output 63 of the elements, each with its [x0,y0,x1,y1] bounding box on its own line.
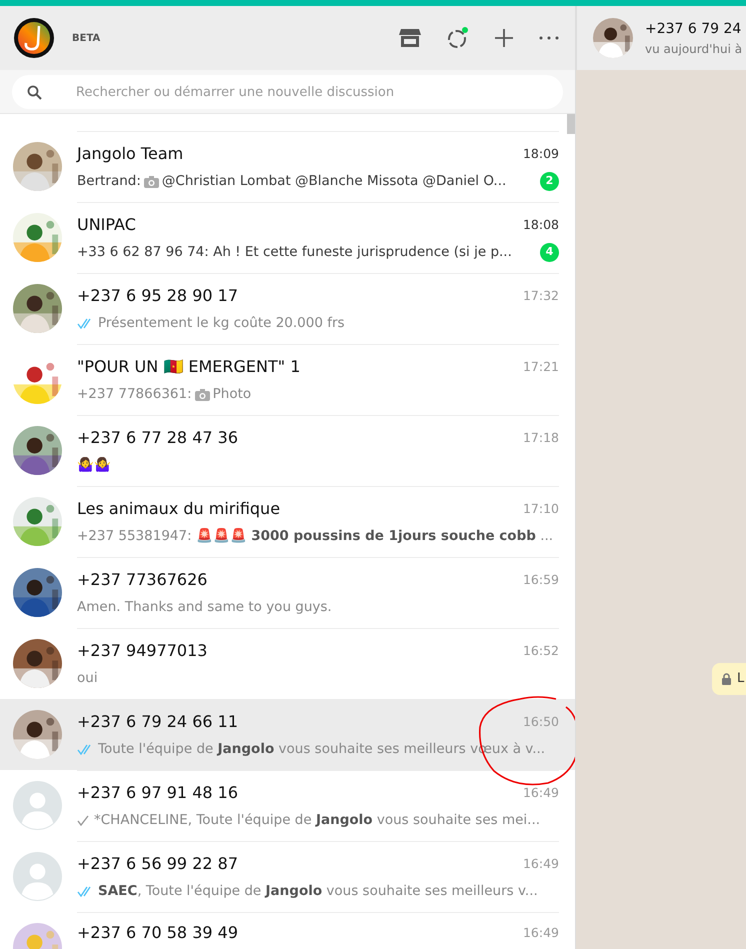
message-preview: +33 6 62 87 96 74: Ah ! Et cette funeste jurisprudence (si je p... [77,243,512,262]
default-avatar-icon [13,852,62,901]
default-avatar-icon [13,781,62,830]
chat-time: 16:50 [522,713,559,731]
chat-name: +237 6 77 28 47 36 [77,427,238,450]
chat-time: 16:49 [522,784,559,802]
unread-count: 2 [540,172,559,191]
chat-row[interactable]: +237 6 77 28 47 36 17:18 🤷‍♀🤷‍♀ [0,415,575,486]
message-preview: Photo [212,385,252,404]
chat-name: +237 94977013 [77,640,208,662]
chat-name: +237 6 79 24 66 11 [77,711,238,734]
chat-name: "POUR UN 🇨🇲 EMERGENT" 1 [77,356,300,378]
chat-time: 16:52 [522,642,559,660]
chat-row[interactable]: +237 6 56 99 22 87 16:49 SAEC, Toute l'équipe de Jangolo vous souhaite ses meilleurs v... [0,841,575,912]
chat-row[interactable]: +237 6 97 91 48 16 16:49 *CHANCELINE, Toute l'équipe de Jangolo vous souhaite ses mei... [0,770,575,841]
chat-time: 16:49 [522,924,559,942]
chat-time: 17:10 [522,500,559,518]
chat-name: +237 6 56 99 22 87 [77,853,238,876]
chat-name: +237 6 70 58 39 49 [77,922,238,944]
chat-name: +237 6 95 28 90 17 [77,285,238,308]
chat-time: 18:08 [522,216,559,234]
message-preview: @Christian Lombat @Blanche Missota @Daniel O... [162,172,506,192]
chat-time: 16:49 [522,855,559,873]
chat-row[interactable]: Jangolo Team 18:09 Bertrand: @Christian Lombat @Blanche Missota @Daniel O... 2 [0,131,575,202]
encryption-notice: L [712,663,746,694]
chat-name: Jangolo Team [77,143,184,166]
app-logo [14,18,54,58]
message-preview: *CHANCELINE, Toute l'équipe de Jangolo vous souhaite ses mei... [94,811,540,830]
scrollbar-thumb[interactable] [567,114,575,134]
chat-row[interactable]: Les animaux du mirifique 17:10 +237 55381947: 🚨🚨🚨 3000 poussins de 1jours souche cobb ... [0,486,575,557]
chat-name: UNIPAC [77,214,136,236]
chat-row[interactable]: UNIPAC 18:08 +33 6 62 87 96 74: Ah ! Et cette funeste jurisprudence (si je p... 4 [0,202,575,273]
sender-name: +237 77866361: [77,385,192,404]
chat-name: +237 6 97 91 48 16 [77,782,238,804]
chat-time: 18:09 [522,145,559,163]
unread-count: 4 [540,243,559,262]
chat-name: Les animaux du mirifique [77,498,280,520]
chat-row[interactable]: +237 77367626 16:59 Amen. Thanks and same to you guys. [0,557,575,628]
beta-label: BETA [72,32,100,46]
message-preview: Présentement le kg coûte 20.000 frs [98,314,345,334]
chat-row[interactable]: +237 6 70 58 39 49 16:49 [0,912,575,949]
status-icon[interactable] [447,27,469,49]
chat-time: 17:18 [522,429,559,447]
message-preview: oui [77,669,98,688]
last-seen-text: vu aujourd'hui à [645,40,742,58]
search-field[interactable]: Rechercher ou démarrer une nouvelle discussion [12,75,563,109]
search-icon [27,85,42,100]
store-icon[interactable] [399,28,421,48]
chat-time: 17:21 [522,358,559,376]
plus-icon[interactable] [495,29,513,47]
lock-icon [722,672,731,685]
contact-name: +237 6 79 24 [645,20,742,38]
chat-row[interactable]: "POUR UN 🇨🇲 EMERGENT" 1 17:21 +237 77866361: Photo [0,344,575,415]
chat-time: 16:59 [522,571,559,589]
message-preview: 🤷‍♀🤷‍♀ [77,456,111,476]
message-preview: +237 55381947: 🚨🚨🚨 3000 poussins de 1jours souche cobb ... [77,527,554,546]
message-preview: Amen. Thanks and same to you guys. [77,598,332,618]
chat-name: +237 77367626 [77,569,208,592]
sender-name: Bertrand: [77,172,141,192]
chat-time: 17:32 [522,287,559,305]
chat-row[interactable]: +237 6 95 28 90 17 17:32 Présentement le kg coûte 20.000 frs [0,273,575,344]
menu-icon[interactable] [539,36,559,40]
message-preview: SAEC, Toute l'équipe de Jangolo vous souhaite ses meilleurs v... [98,882,538,902]
